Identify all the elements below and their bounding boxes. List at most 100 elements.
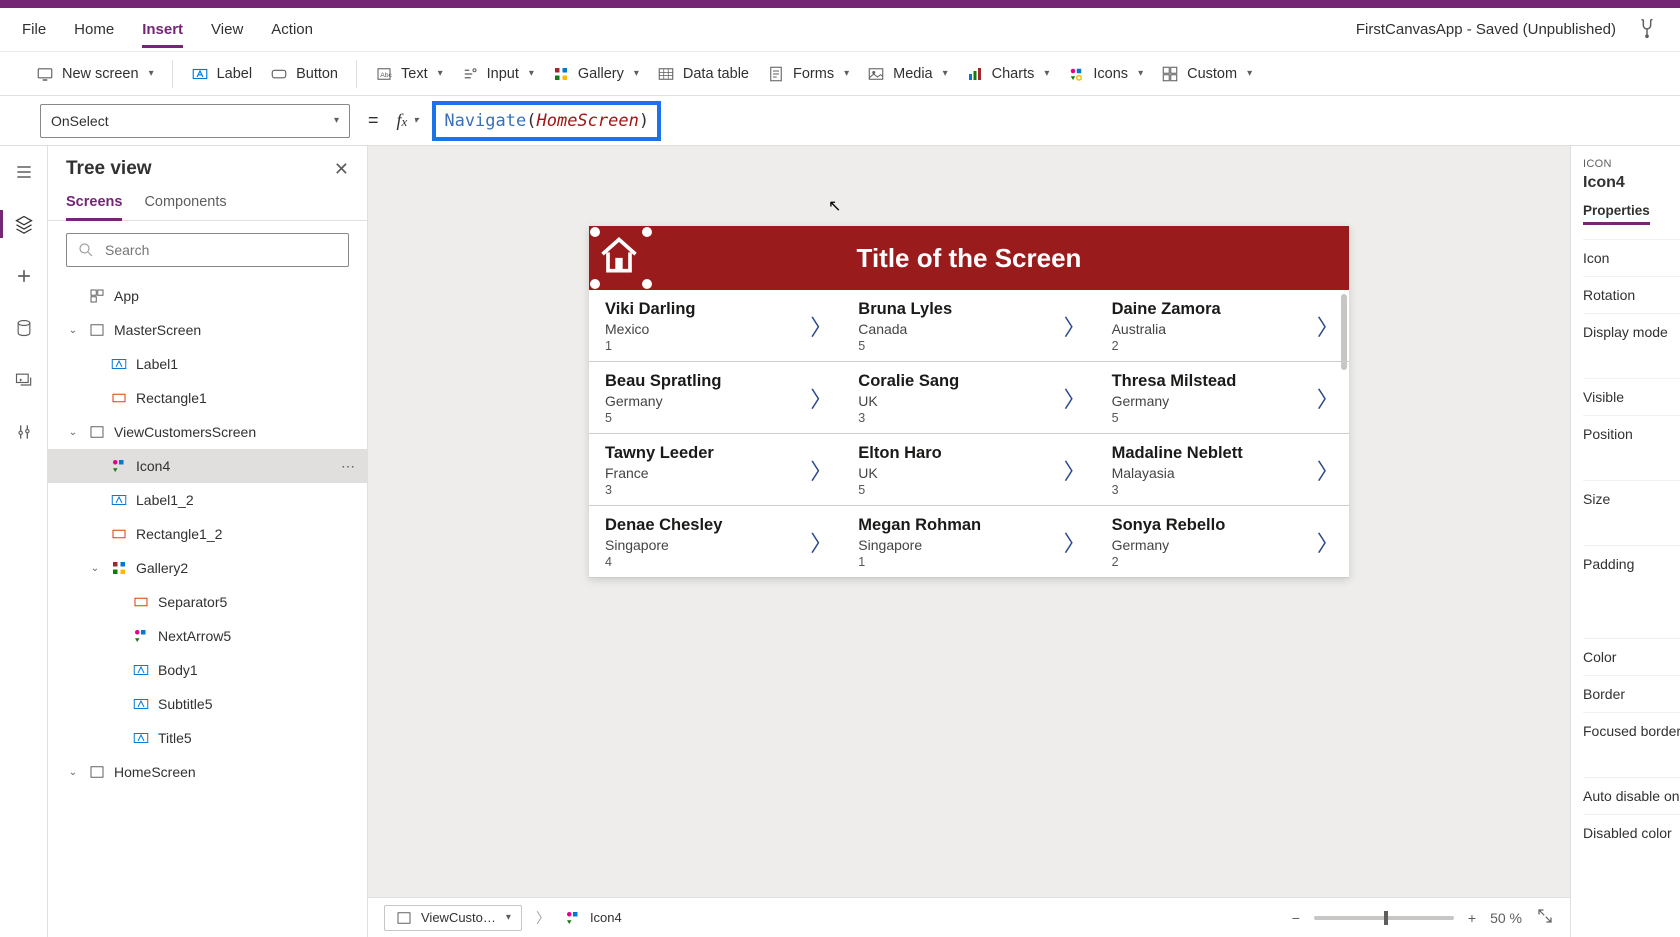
insert-charts-button[interactable]: Charts ▾ xyxy=(966,65,1050,83)
chevron-right-icon[interactable]: 〉 xyxy=(1317,454,1339,486)
tree-node-rectangle1[interactable]: Rectangle1 xyxy=(48,381,367,415)
property-select[interactable]: OnSelect ▾ xyxy=(40,104,350,138)
gallery-item[interactable]: Thresa MilsteadGermany5〉 xyxy=(1096,362,1349,434)
close-icon[interactable]: ✕ xyxy=(334,159,349,180)
gallery-item[interactable]: Madaline NeblettMalayasia3〉 xyxy=(1096,434,1349,506)
prop-border[interactable]: Border xyxy=(1583,675,1680,712)
chevron-right-icon[interactable]: 〉 xyxy=(1317,310,1339,342)
zoom-out-button[interactable]: − xyxy=(1292,910,1300,926)
insert-forms-button[interactable]: Forms ▾ xyxy=(767,65,849,83)
insert-input-label: Input xyxy=(487,66,519,82)
prop-color[interactable]: Color xyxy=(1583,638,1680,675)
tree-node-gallery2[interactable]: ⌄ Gallery2 xyxy=(48,551,367,585)
tab-components[interactable]: Components xyxy=(144,186,226,220)
menu-insert[interactable]: Insert xyxy=(142,11,183,48)
tree-node-masterscreen[interactable]: ⌄ MasterScreen xyxy=(48,313,367,347)
tree-node-app[interactable]: App xyxy=(48,279,367,313)
prop-focused-border[interactable]: Focused border xyxy=(1583,712,1680,749)
chevron-right-icon[interactable]: 〉 xyxy=(810,310,832,342)
rail-tree-view[interactable] xyxy=(12,212,36,236)
insert-text-button[interactable]: Abc Text ▾ xyxy=(375,65,443,83)
insert-input-button[interactable]: Input ▾ xyxy=(461,65,534,83)
prop-disabled-color[interactable]: Disabled color xyxy=(1583,814,1680,851)
fx-label[interactable]: fx ▾ xyxy=(397,110,419,131)
gallery-item[interactable]: Beau SpratlingGermany5〉 xyxy=(589,362,842,434)
menu-view[interactable]: View xyxy=(211,11,243,48)
gallery[interactable]: Viki DarlingMexico1〉Bruna LylesCanada5〉D… xyxy=(589,290,1349,578)
gallery-item[interactable]: Sonya RebelloGermany2〉 xyxy=(1096,506,1349,578)
canvas-area[interactable]: ↖ Title of the Screen xyxy=(368,146,1570,937)
tree-node-rectangle1-2[interactable]: Rectangle1_2 xyxy=(48,517,367,551)
gallery-item[interactable]: Bruna LylesCanada5〉 xyxy=(842,290,1095,362)
prop-display-mode[interactable]: Display mode xyxy=(1583,313,1680,350)
app-checker-icon[interactable] xyxy=(1636,17,1658,42)
gallery-item[interactable]: Coralie SangUK3〉 xyxy=(842,362,1095,434)
chevron-right-icon[interactable]: 〉 xyxy=(1064,454,1086,486)
prop-position[interactable]: Position xyxy=(1583,415,1680,452)
tree-node-viewcustomers[interactable]: ⌄ ViewCustomersScreen xyxy=(48,415,367,449)
new-screen-button[interactable]: New screen ▾ xyxy=(36,65,154,83)
rail-tools[interactable] xyxy=(12,420,36,444)
chevron-right-icon[interactable]: 〉 xyxy=(810,382,832,414)
menu-home[interactable]: Home xyxy=(74,11,114,48)
fit-to-window-button[interactable] xyxy=(1536,907,1554,928)
chevron-right-icon[interactable]: 〉 xyxy=(1064,382,1086,414)
menu-file[interactable]: File xyxy=(22,11,46,48)
prop-visible[interactable]: Visible xyxy=(1583,378,1680,415)
gallery-item[interactable]: Denae ChesleySingapore4〉 xyxy=(589,506,842,578)
formula-input[interactable]: Navigate(HomeScreen) xyxy=(430,101,1662,141)
tree-search-input[interactable] xyxy=(103,241,338,259)
selection-handles[interactable] xyxy=(595,232,647,284)
tab-properties[interactable]: Properties xyxy=(1583,203,1650,225)
prop-rotation[interactable]: Rotation xyxy=(1583,276,1680,313)
prop-auto-disable[interactable]: Auto disable on s xyxy=(1583,777,1680,814)
screen-icon xyxy=(88,763,106,781)
chevron-right-icon[interactable]: 〉 xyxy=(1064,526,1086,558)
insert-charts-label: Charts xyxy=(992,66,1035,82)
tree-search[interactable] xyxy=(66,233,349,267)
tree-node-label1-2[interactable]: Label1_2 xyxy=(48,483,367,517)
prop-icon[interactable]: Icon xyxy=(1583,239,1680,276)
tree-node-subtitle5[interactable]: Subtitle5 xyxy=(48,687,367,721)
tree-node-body1[interactable]: Body1 xyxy=(48,653,367,687)
gallery-item[interactable]: Daine ZamoraAustralia2〉 xyxy=(1096,290,1349,362)
menu-action[interactable]: Action xyxy=(271,11,313,48)
chevron-right-icon[interactable]: 〉 xyxy=(1317,526,1339,558)
rail-hamburger[interactable] xyxy=(12,160,36,184)
more-icon[interactable]: ⋯ xyxy=(341,458,357,475)
insert-gallery-button[interactable]: Gallery ▾ xyxy=(552,65,639,83)
tree-node-nextarrow5[interactable]: NextArrow5 xyxy=(48,619,367,653)
tree-node-icon4[interactable]: Icon4 ⋯ xyxy=(48,449,367,483)
insert-datatable-button[interactable]: Data table xyxy=(657,65,749,83)
gallery-item[interactable]: Viki DarlingMexico1〉 xyxy=(589,290,842,362)
tree-node-separator5[interactable]: Separator5 xyxy=(48,585,367,619)
chevron-right-icon[interactable]: 〉 xyxy=(810,526,832,558)
zoom-slider[interactable] xyxy=(1314,916,1454,920)
gallery-item[interactable]: Megan RohmanSingapore1〉 xyxy=(842,506,1095,578)
tree-node-label1[interactable]: Label1 xyxy=(48,347,367,381)
insert-media-button[interactable]: Media ▾ xyxy=(867,65,948,83)
breadcrumb-screen[interactable]: ViewCusto… ▾ xyxy=(384,905,522,931)
screen-preview[interactable]: Title of the Screen Viki DarlingMexico1〉… xyxy=(589,226,1349,578)
breadcrumb-control[interactable]: Icon4 xyxy=(564,909,622,927)
chevron-right-icon[interactable]: 〉 xyxy=(810,454,832,486)
gallery-item[interactable]: Tawny LeederFrance3〉 xyxy=(589,434,842,506)
prop-padding[interactable]: Padding xyxy=(1583,545,1680,582)
insert-custom-button[interactable]: Custom ▾ xyxy=(1161,65,1252,83)
gallery-item[interactable]: Elton HaroUK5〉 xyxy=(842,434,1095,506)
tree-node-title5[interactable]: Title5 xyxy=(48,721,367,755)
prop-size[interactable]: Size xyxy=(1583,480,1680,517)
chevron-right-icon[interactable]: 〉 xyxy=(1064,310,1086,342)
tab-screens[interactable]: Screens xyxy=(66,186,122,221)
zoom-in-button[interactable]: + xyxy=(1468,910,1476,926)
insert-button-button[interactable]: Button xyxy=(270,65,338,83)
chevron-right-icon[interactable]: 〉 xyxy=(1317,382,1339,414)
selected-home-icon[interactable] xyxy=(597,234,645,282)
control-name[interactable]: Icon4 xyxy=(1583,174,1680,192)
rail-insert[interactable] xyxy=(12,264,36,288)
tree-node-homescreen[interactable]: ⌄ HomeScreen xyxy=(48,755,367,789)
rail-data[interactable] xyxy=(12,316,36,340)
rail-media[interactable] xyxy=(12,368,36,392)
insert-icons-button[interactable]: Icons ▾ xyxy=(1067,65,1143,83)
insert-label-button[interactable]: Label xyxy=(191,65,252,83)
